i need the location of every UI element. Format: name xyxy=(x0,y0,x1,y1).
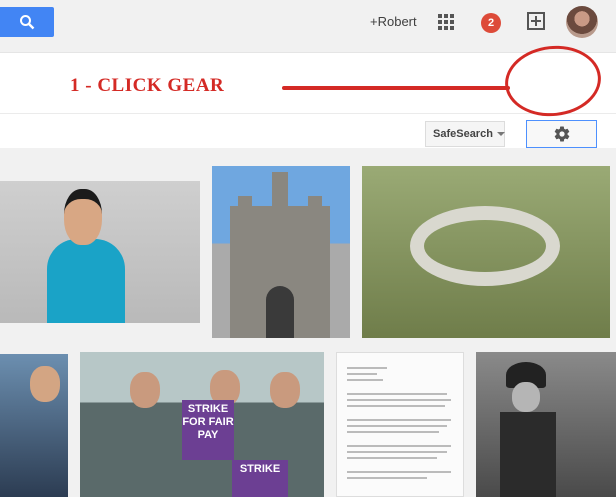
notification-badge[interactable]: 2 xyxy=(481,13,501,33)
image-results-grid: STRIKE FOR FAIR PAY STRIKE xyxy=(0,148,616,497)
apps-grid-icon[interactable] xyxy=(438,14,454,30)
annotation-arrow xyxy=(282,86,510,90)
image-result-man-cropped[interactable] xyxy=(0,354,68,497)
protest-sign-2: STRIKE xyxy=(232,460,288,497)
image-result-vintage-photo[interactable] xyxy=(476,352,616,497)
gear-icon xyxy=(554,126,569,142)
settings-gear-button[interactable] xyxy=(526,120,597,148)
annotation-text: 1 - CLICK GEAR xyxy=(70,75,225,96)
image-result-smiling-man[interactable] xyxy=(0,181,200,323)
image-result-ring-building[interactable] xyxy=(362,166,610,338)
image-result-gothic-building[interactable] xyxy=(212,166,350,338)
search-button[interactable] xyxy=(0,7,54,37)
safesearch-label: SafeSearch xyxy=(433,128,493,140)
image-result-letter-document[interactable] xyxy=(336,352,464,497)
image-result-strike-protest[interactable]: STRIKE FOR FAIR PAY STRIKE xyxy=(80,352,324,497)
share-plus-icon[interactable] xyxy=(527,12,545,30)
avatar[interactable] xyxy=(566,6,598,38)
protest-sign-1: STRIKE FOR FAIR PAY xyxy=(182,400,234,460)
top-bar: +Robert 2 xyxy=(0,0,616,53)
search-icon xyxy=(20,15,35,30)
chevron-down-icon xyxy=(496,132,505,136)
safesearch-dropdown[interactable]: SafeSearch xyxy=(425,121,505,147)
user-profile-link[interactable]: +Robert xyxy=(370,14,417,29)
